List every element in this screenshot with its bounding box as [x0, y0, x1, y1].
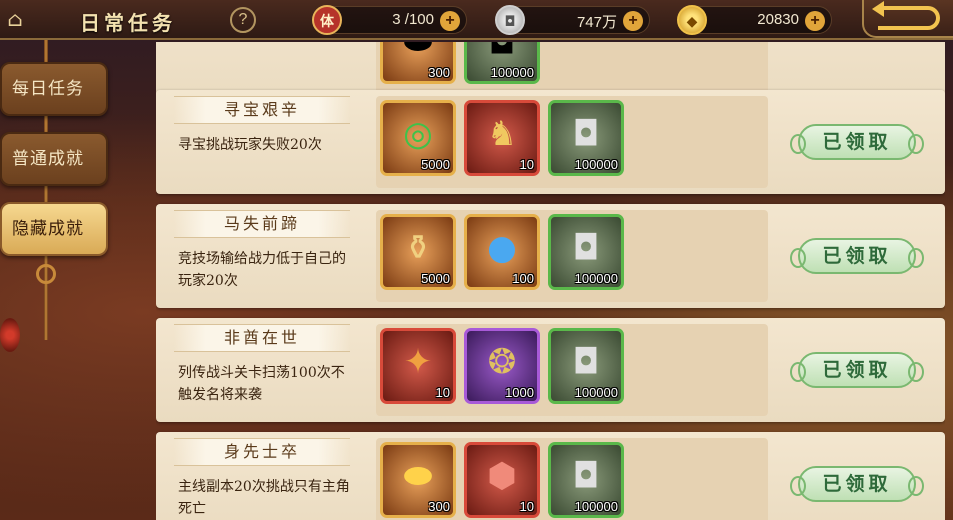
talisman-icon: ✦: [403, 342, 433, 382]
reward-item[interactable]: ◘ 100000: [548, 214, 624, 290]
silver-coin-icon: ◘: [572, 342, 600, 382]
gold-ingot-icon: ⬬: [403, 456, 433, 496]
task-card: 非酋在世 列传战斗关卡扫荡100次不触发名将来袭 ✦ 10 ❂ 1000 ◘ 1…: [156, 318, 945, 422]
reward-item[interactable]: ● 100: [464, 214, 540, 290]
jade-icon: ◎: [403, 114, 433, 154]
reward-box: ✦ 10 ❂ 1000 ◘ 100000: [376, 324, 768, 416]
add-coins-button[interactable]: +: [623, 11, 643, 31]
purple-talisman-icon: ❂: [487, 342, 517, 382]
achievement-list[interactable]: ⬬ 300 ◘ 100000 寻宝艰辛 寻宝挑战玩家失败20次 ◎ 5000 ♞…: [156, 42, 945, 520]
return-arrow-tip: [872, 1, 884, 17]
task-description: 主线副本20次挑战只有主角死亡: [178, 479, 350, 517]
top-bar: ⌂ 日常任务 ? 体 3 /100 + ◘ 747万 + ◆ 20830 +: [0, 0, 953, 40]
reward-qty: 100000: [574, 271, 618, 286]
task-description: 竞技场输给战力低于自己的玩家20次: [178, 251, 346, 289]
silver-coin-icon: ◘: [572, 456, 600, 496]
reward-qty: 10: [519, 499, 534, 514]
back-button[interactable]: [862, 0, 953, 38]
reward-qty: 100000: [574, 157, 618, 172]
stamina-icon: 体: [312, 5, 342, 35]
claimed-badge: 已领取: [790, 124, 924, 160]
add-stamina-button[interactable]: +: [440, 11, 460, 31]
reward-qty: 5000: [421, 271, 450, 286]
silver-coin-icon: ◘: [488, 42, 516, 62]
coins-counter: ◘ 747万 +: [495, 5, 650, 35]
scroll-icon: ⚱: [403, 228, 433, 268]
claimed-badge: 已领取: [790, 352, 924, 388]
gold-ingot-icon: ◆: [677, 5, 707, 35]
reward-qty: 300: [428, 499, 450, 514]
reward-item[interactable]: ◘ 100000: [548, 100, 624, 176]
tab-daily-tasks[interactable]: 每日任务: [0, 62, 108, 116]
silver-coin-icon: ◘: [572, 114, 600, 154]
reward-item[interactable]: ⬬ 300: [380, 42, 456, 84]
task-name: 马失前蹄: [174, 210, 350, 238]
task-name: 寻宝艰辛: [174, 96, 350, 124]
red-gem-icon: ⬢: [487, 456, 517, 496]
claimed-badge: 已领取: [790, 466, 924, 502]
task-name: 身先士卒: [174, 438, 350, 466]
reward-qty: 100: [512, 271, 534, 286]
reward-qty: 1000: [505, 385, 534, 400]
coins-value: 747万: [576, 14, 617, 31]
reward-item[interactable]: ⬢ 10: [464, 442, 540, 518]
reward-item[interactable]: ◎ 5000: [380, 100, 456, 176]
page-title: 日常任务: [80, 11, 176, 35]
stamina-value: 3 /100: [392, 11, 434, 28]
reward-qty: 300: [428, 65, 450, 80]
reward-item[interactable]: ♞ 10: [464, 100, 540, 176]
gold-counter: ◆ 20830 +: [677, 5, 832, 35]
task-card: 马失前蹄 竞技场输给战力低于自己的玩家20次 ⚱ 5000 ● 100 ◘ 10…: [156, 204, 945, 308]
reward-qty: 100000: [574, 499, 618, 514]
reward-qty: 100000: [574, 385, 618, 400]
help-button[interactable]: ?: [230, 7, 256, 33]
reward-item[interactable]: ✦ 10: [380, 328, 456, 404]
gold-value: 20830: [757, 11, 799, 28]
reward-box: ⬬ 300 ◘ 100000: [376, 42, 768, 96]
reward-qty: 10: [519, 157, 534, 172]
gold-ingot-icon: ⬬: [403, 42, 433, 62]
task-card: 身先士卒 主线副本20次挑战只有主角死亡 ⬬ 300 ⬢ 10 ◘ 100000…: [156, 432, 945, 520]
reward-item[interactable]: ⚱ 5000: [380, 214, 456, 290]
reward-box: ⚱ 5000 ● 100 ◘ 100000: [376, 210, 768, 302]
rope-knot: [36, 264, 56, 284]
reward-item[interactable]: ◘ 100000: [548, 442, 624, 518]
golden-beast-icon: ♞: [486, 114, 518, 154]
task-name: 非酋在世: [174, 324, 350, 352]
reward-box: ⬬ 300 ⬢ 10 ◘ 100000: [376, 438, 768, 520]
reward-item[interactable]: ❂ 1000: [464, 328, 540, 404]
stamina-counter: 体 3 /100 +: [312, 5, 467, 35]
pavilion-icon: ⌂: [7, 7, 23, 31]
reward-item[interactable]: ◘ 100000: [464, 42, 540, 84]
reward-box: ◎ 5000 ♞ 10 ◘ 100000: [376, 96, 768, 188]
blue-orb-icon: ●: [487, 228, 517, 268]
claimed-badge: 已领取: [790, 238, 924, 274]
task-description: 寻宝挑战玩家失败20次: [178, 137, 322, 153]
tab-normal-achievements[interactable]: 普通成就: [0, 132, 108, 186]
silver-coin-icon: ◘: [495, 5, 525, 35]
task-description: 列传战斗关卡扫荡100次不触发名将来袭: [178, 365, 345, 403]
add-gold-button[interactable]: +: [805, 11, 825, 31]
reward-item[interactable]: ⬬ 300: [380, 442, 456, 518]
task-card: 寻宝艰辛 寻宝挑战玩家失败20次 ◎ 5000 ♞ 10 ◘ 100000 已领…: [156, 90, 945, 194]
silver-coin-icon: ◘: [572, 228, 600, 268]
reward-qty: 10: [435, 385, 450, 400]
side-decoration: [0, 318, 20, 352]
reward-qty: 100000: [490, 65, 534, 80]
reward-item[interactable]: ◘ 100000: [548, 328, 624, 404]
return-arrow-icon: [878, 6, 940, 30]
tab-hidden-achievements[interactable]: 隐藏成就: [0, 202, 108, 256]
reward-qty: 5000: [421, 157, 450, 172]
